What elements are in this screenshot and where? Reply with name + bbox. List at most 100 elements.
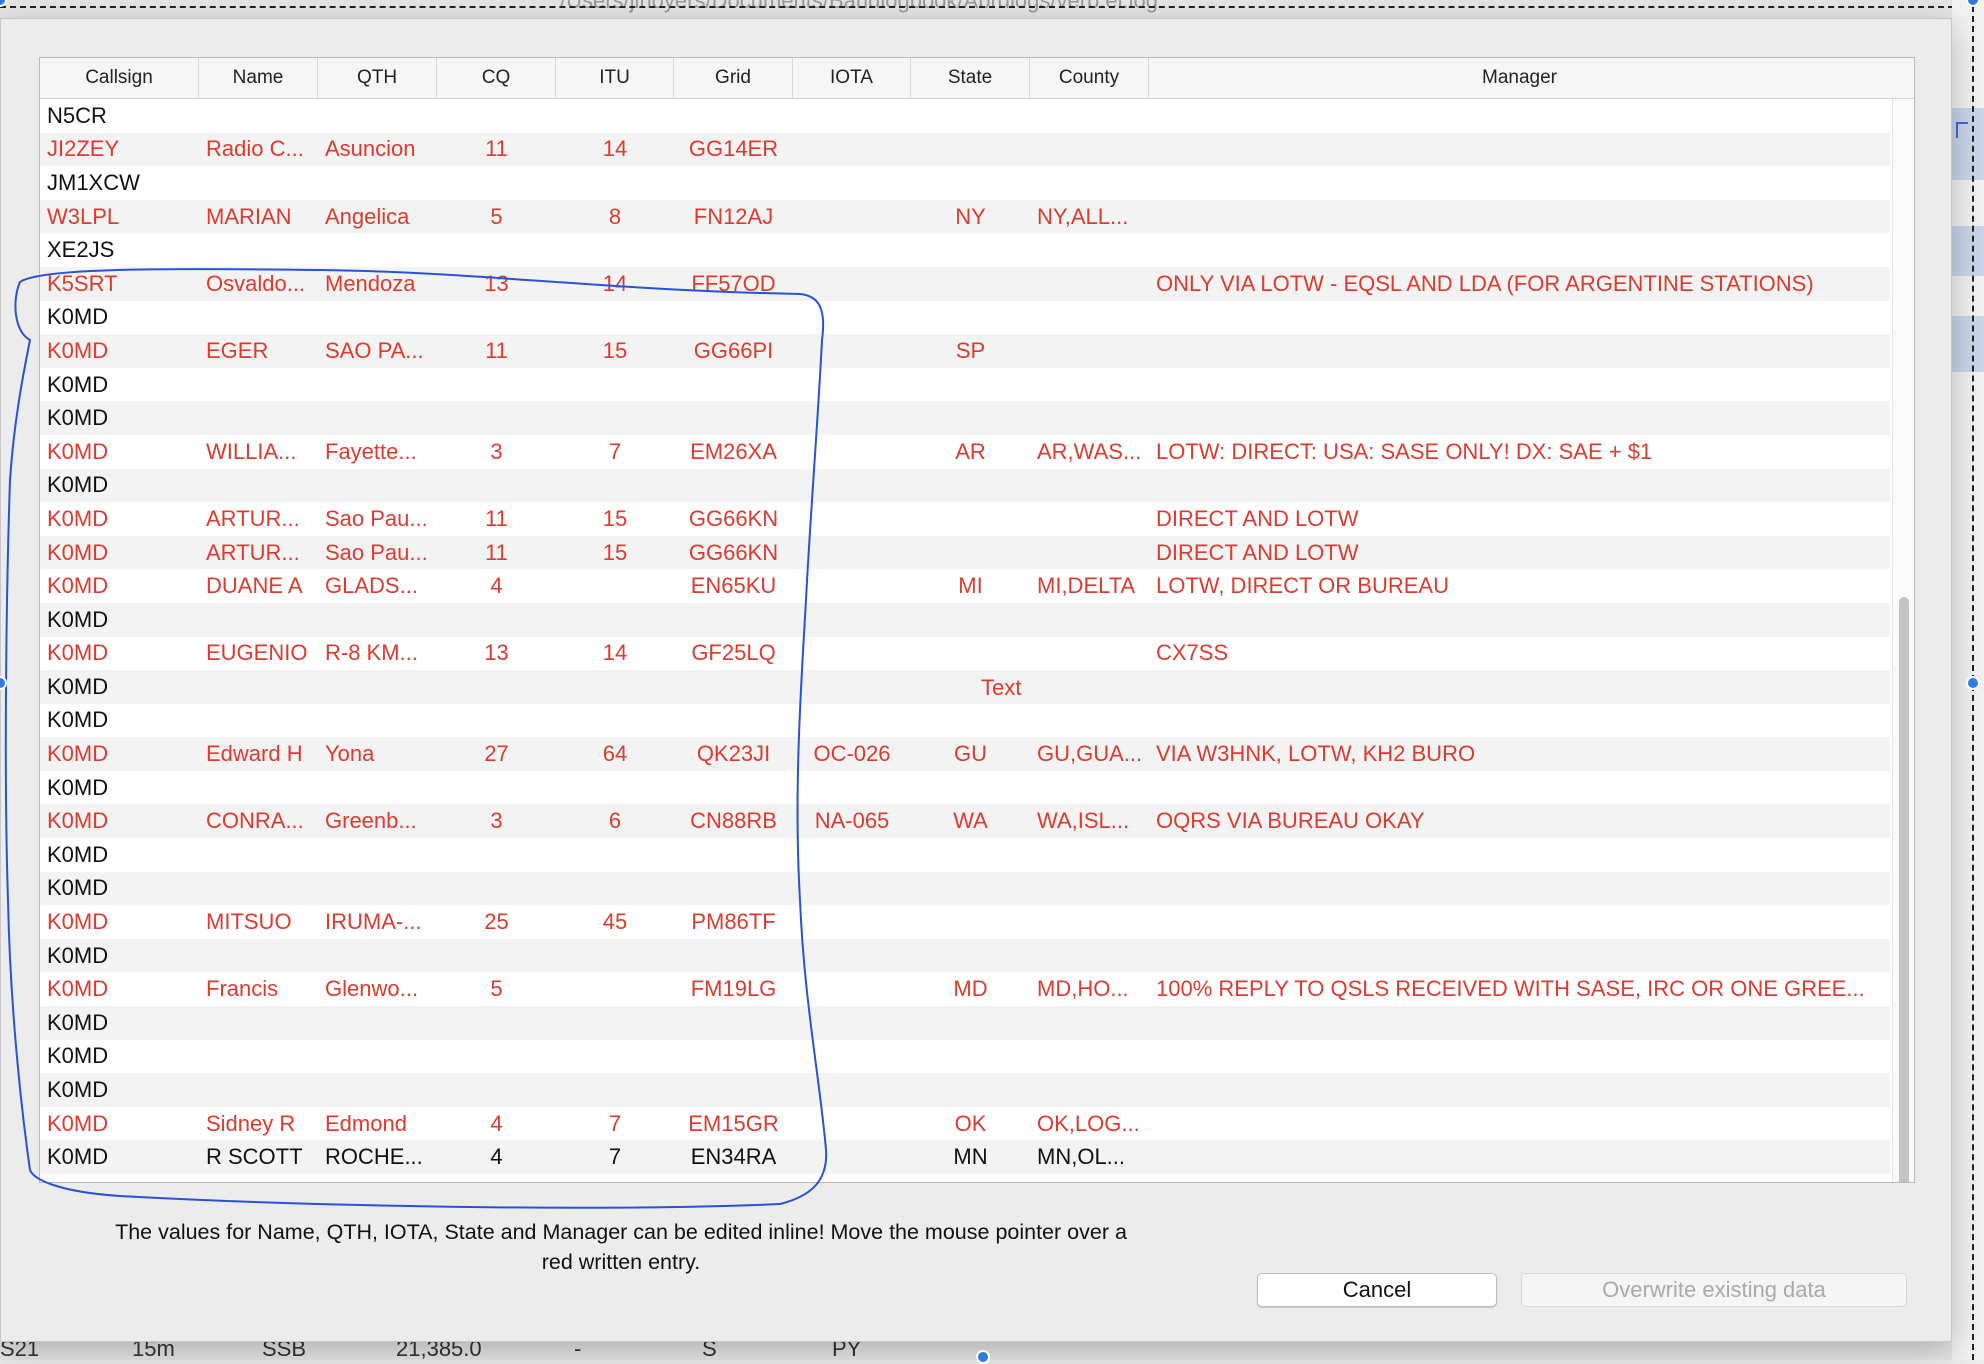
cell-name[interactable]: MITSUO (199, 909, 318, 935)
cell-itu[interactable]: 45 (556, 909, 674, 935)
cell-cq[interactable]: 3 (437, 439, 556, 465)
table-row[interactable]: N5CR (40, 99, 1890, 133)
cell-name[interactable]: Sidney R (199, 1111, 318, 1137)
table-row[interactable]: K0MD (40, 770, 1890, 805)
table-row[interactable]: K0MD EGER SAO PA... 11 15 GG66PI SP (40, 334, 1890, 368)
cell-qth[interactable]: Fayette... (318, 439, 437, 465)
cell-cq[interactable]: 5 (437, 976, 556, 1002)
table-row[interactable]: K0MD (40, 1073, 1890, 1107)
cell-callsign[interactable]: JI2ZEY (40, 136, 199, 162)
table-row[interactable]: K0MD (40, 703, 1890, 738)
cell-county[interactable]: MD,HO... (1030, 976, 1149, 1002)
cell-callsign[interactable]: K0MD (40, 741, 199, 767)
cell-county[interactable]: NY,ALL... (1030, 204, 1149, 230)
cell-qth[interactable]: Glenwo... (318, 976, 437, 1002)
cell-grid[interactable]: GG66KN (674, 540, 793, 566)
cell-state[interactable]: GU (911, 741, 1030, 767)
cell-qth[interactable]: Sao Pau... (318, 540, 437, 566)
cell-name[interactable]: DUANE A (199, 573, 318, 599)
cell-qth[interactable]: IRUMA-... (318, 909, 437, 935)
cell-itu[interactable]: 14 (556, 136, 674, 162)
table-row[interactable]: JI2ZEY Radio C... Asuncion 11 14 GG14ER (40, 132, 1890, 167)
cell-callsign[interactable]: K0MD (40, 573, 199, 599)
cell-manager[interactable]: VIA W3HNK, LOTW, KH2 BURO (1149, 741, 1890, 767)
cell-grid[interactable]: GG66KN (674, 506, 793, 532)
cell-cq[interactable]: 11 (437, 506, 556, 532)
table-row[interactable]: K0MD (40, 938, 1890, 973)
cell-cq[interactable]: 11 (437, 338, 556, 364)
cell-name[interactable]: Francis (199, 976, 318, 1002)
cell-qth[interactable]: Yona (318, 741, 437, 767)
cell-manager[interactable]: DIRECT AND LOTW (1149, 506, 1890, 532)
cell-grid[interactable]: EM26XA (674, 439, 793, 465)
cell-state[interactable]: MD (911, 976, 1030, 1002)
cell-name[interactable]: Edward H (199, 741, 318, 767)
cell-itu[interactable]: 15 (556, 338, 674, 364)
cell-grid[interactable]: GF25LQ (674, 640, 793, 666)
cell-itu[interactable]: 7 (556, 1111, 674, 1137)
table-row[interactable]: K5SRT Osvaldo... Mendoza 13 14 FF57OD ONLY VIA… (40, 266, 1890, 301)
cell-itu[interactable]: 64 (556, 741, 674, 767)
cell-itu[interactable]: 7 (556, 439, 674, 465)
cell-grid[interactable]: EM15GR (674, 1111, 793, 1137)
table-row[interactable]: XE2JS (40, 233, 1890, 267)
cell-manager[interactable]: LOTW: DIRECT: USA: SASE ONLY! DX: SAE + … (1149, 439, 1890, 465)
table-row[interactable]: K0MD (40, 670, 1890, 704)
cell-cq[interactable]: 4 (437, 1111, 556, 1137)
table-row[interactable]: K0MD (40, 602, 1890, 637)
table-row[interactable]: K0MD EUGENIO R-8 KM... 13 14 GF25LQ CX7SS (40, 636, 1890, 671)
column-header-name[interactable]: Name (199, 58, 318, 98)
cell-qth[interactable]: R-8 KM... (318, 640, 437, 666)
table-row[interactable]: JM1XCW (40, 166, 1890, 200)
cell-grid[interactable]: FM19LG (674, 976, 793, 1002)
table-row[interactable]: K0MD Edward H Yona 27 64 QK23JI OC-026 GU GU,GUA… (40, 737, 1890, 771)
cell-itu[interactable]: 6 (556, 808, 674, 834)
cell-cq[interactable]: 25 (437, 909, 556, 935)
table-row[interactable]: K0MD R SCOTT ROCHE... 4 7 EN34RA MN MN,OL... (40, 1140, 1890, 1174)
table-row[interactable]: K0MD DUANE A GLADS... 4 EN65KU MI MI,DELTA LOTW… (40, 569, 1890, 603)
cell-manager[interactable]: 100% REPLY TO QSLS RECEIVED WITH SASE, I… (1149, 976, 1890, 1002)
cell-grid[interactable]: QK23JI (674, 741, 793, 767)
cell-cq[interactable]: 13 (437, 271, 556, 297)
table-row[interactable]: K0MD (40, 468, 1890, 503)
cell-callsign[interactable]: K0MD (40, 338, 199, 364)
cell-iota[interactable]: NA-065 (793, 808, 911, 834)
cell-qth[interactable]: Asuncion (318, 136, 437, 162)
cell-itu[interactable]: 8 (556, 204, 674, 230)
cell-cq[interactable]: 13 (437, 640, 556, 666)
cell-name[interactable]: ARTUR... (199, 540, 318, 566)
cell-state[interactable]: NY (911, 204, 1030, 230)
cell-qth[interactable]: Sao Pau... (318, 506, 437, 532)
table-row[interactable]: K0MD CONRA... Greenb... 3 6 CN88RB NA-065 WA WA,… (40, 804, 1890, 839)
cell-qth[interactable]: Greenb... (318, 808, 437, 834)
column-header-county[interactable]: County (1030, 58, 1149, 98)
cell-grid[interactable]: GG14ER (674, 136, 793, 162)
table-row[interactable]: K0MD (40, 1039, 1890, 1074)
cell-state[interactable]: AR (911, 439, 1030, 465)
cell-itu[interactable]: 15 (556, 506, 674, 532)
cell-itu[interactable]: 15 (556, 540, 674, 566)
cell-grid[interactable]: FN12AJ (674, 204, 793, 230)
cell-name[interactable]: ARTUR... (199, 506, 318, 532)
cell-callsign[interactable]: K5SRT (40, 271, 199, 297)
cell-iota[interactable]: OC-026 (793, 741, 911, 767)
selection-handle[interactable] (1966, 676, 1980, 690)
cell-callsign[interactable]: K0MD (40, 540, 199, 566)
table-row[interactable]: K0MD (40, 1006, 1890, 1040)
cell-manager[interactable]: OQRS VIA BUREAU OKAY (1149, 808, 1890, 834)
table-row[interactable]: K0MD (40, 300, 1890, 335)
cell-manager[interactable]: DIRECT AND LOTW (1149, 540, 1890, 566)
cell-grid[interactable]: FF57OD (674, 271, 793, 297)
scrollbar-thumb[interactable] (1899, 597, 1909, 1182)
cell-qth[interactable]: Edmond (318, 1111, 437, 1137)
cell-county[interactable]: OK,LOG... (1030, 1111, 1149, 1137)
column-header-iota[interactable]: IOTA (793, 58, 911, 98)
cell-manager[interactable]: ONLY VIA LOTW - EQSL AND LDA (FOR ARGENT… (1149, 271, 1890, 297)
cell-qth[interactable]: Angelica (318, 204, 437, 230)
cell-state[interactable]: SP (911, 338, 1030, 364)
cell-callsign[interactable]: K0MD (40, 808, 199, 834)
cell-callsign[interactable]: K0MD (40, 439, 199, 465)
cell-county[interactable]: GU,GUA... (1030, 741, 1149, 767)
cell-cq[interactable]: 5 (437, 204, 556, 230)
table-row[interactable]: K0MD (40, 838, 1890, 872)
